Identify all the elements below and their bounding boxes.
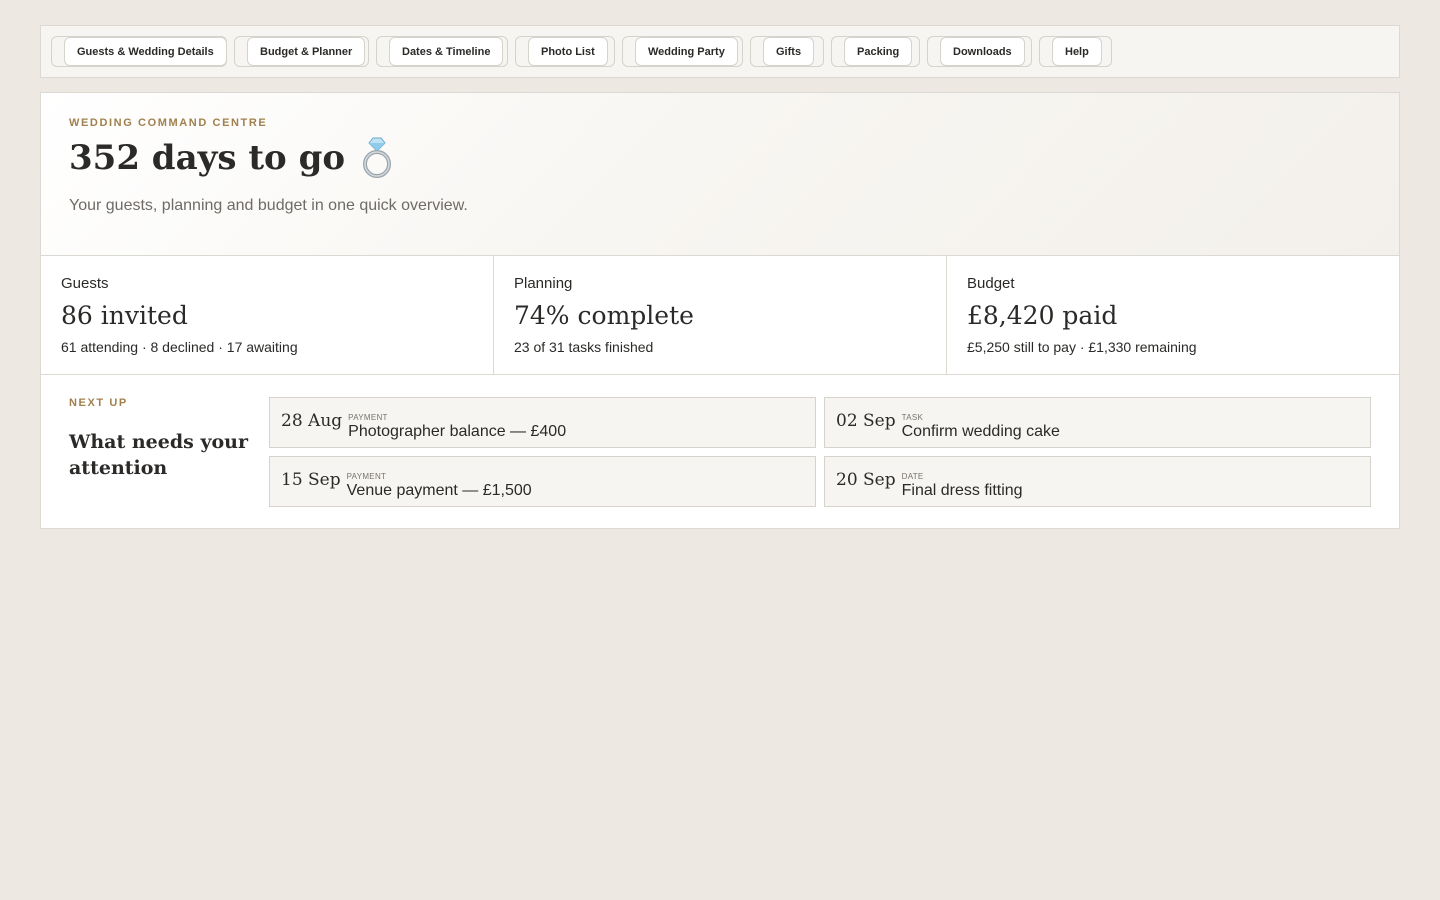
stats-row: Guests 86 invited 61 attending · 8 decli… [41, 256, 1399, 375]
event-text: PAYMENT Venue payment — £1,500 [347, 464, 532, 500]
next-up-section: NEXT UP What needs your attention 28 Aug… [41, 375, 1399, 507]
planning-stat: Planning 74% complete 23 of 31 tasks fin… [494, 256, 947, 374]
event-title: Confirm wedding cake [901, 422, 1060, 440]
tab-help[interactable]: Help [1039, 36, 1112, 67]
event-item[interactable]: 28 Aug PAYMENT Photographer balance — £4… [269, 397, 816, 448]
tab-label: Wedding Party [635, 37, 738, 66]
event-date: 02 Sep [836, 411, 896, 431]
page-title: 352 days to go [69, 137, 1371, 179]
event-item[interactable]: 15 Sep PAYMENT Venue payment — £1,500 [269, 456, 816, 507]
event-title: Venue payment — £1,500 [346, 481, 532, 499]
stat-value: 86 invited [61, 301, 188, 330]
tab-label: Dates & Timeline [389, 37, 504, 66]
countdown-text: 352 days to go [69, 138, 346, 178]
tab-packing[interactable]: Packing [831, 36, 920, 67]
stat-detail: 23 of 31 tasks finished [514, 339, 654, 355]
tab-guests-wedding-details[interactable]: Guests & Wedding Details [51, 36, 227, 67]
tab-label: Guests & Wedding Details [64, 37, 227, 66]
event-title: Final dress fitting [901, 481, 1023, 499]
tab-label: Budget & Planner [247, 37, 366, 66]
stat-detail: 61 attending · 8 declined · 17 awaiting [61, 339, 298, 355]
tab-downloads[interactable]: Downloads [927, 36, 1032, 67]
event-kind: DATE [901, 471, 924, 481]
ring-icon [359, 137, 395, 179]
tab-label: Gifts [763, 37, 815, 66]
hero-eyebrow: WEDDING COMMAND CENTRE [69, 117, 268, 129]
event-kind: PAYMENT [348, 412, 388, 422]
hero-subtitle: Your guests, planning and budget in one … [69, 197, 468, 214]
tab-label: Packing [844, 37, 913, 66]
next-up-header: NEXT UP What needs your attention [69, 397, 269, 507]
event-text: DATE Final dress fitting [902, 464, 1023, 500]
stat-detail: £5,250 still to pay · £1,330 remaining [967, 339, 1197, 355]
stat-value: £8,420 paid [967, 301, 1118, 330]
stat-label: Planning [514, 275, 573, 292]
event-text: TASK Confirm wedding cake [902, 405, 1060, 441]
tab-label: Help [1052, 37, 1102, 66]
stat-label: Guests [61, 275, 109, 292]
tab-wedding-party[interactable]: Wedding Party [622, 36, 743, 67]
event-kind: PAYMENT [346, 471, 387, 481]
hero-section: WEDDING COMMAND CENTRE 352 days to go Yo… [41, 93, 1399, 256]
event-item[interactable]: 02 Sep TASK Confirm wedding cake [824, 397, 1371, 448]
event-title: Photographer balance — £400 [348, 422, 567, 440]
tab-label: Downloads [940, 37, 1025, 66]
event-kind: TASK [901, 412, 924, 422]
upcoming-events-list: 28 Aug PAYMENT Photographer balance — £4… [269, 397, 1371, 507]
tab-gifts[interactable]: Gifts [750, 36, 824, 67]
next-up-eyebrow: NEXT UP [69, 397, 128, 409]
tab-label: Photo List [528, 37, 608, 66]
event-date: 15 Sep [281, 470, 341, 490]
guests-stat: Guests 86 invited 61 attending · 8 decli… [41, 256, 494, 374]
stat-value: 74% complete [514, 301, 694, 330]
event-item[interactable]: 20 Sep DATE Final dress fitting [824, 456, 1371, 507]
event-date: 28 Aug [281, 411, 343, 431]
event-date: 20 Sep [836, 470, 896, 490]
tab-dates-timeline[interactable]: Dates & Timeline [376, 36, 508, 67]
command-centre-card: WEDDING COMMAND CENTRE 352 days to go Yo… [40, 92, 1400, 529]
budget-stat: Budget £8,420 paid £5,250 still to pay ·… [947, 256, 1399, 374]
next-up-heading: What needs your attention [69, 431, 248, 479]
stat-label: Budget [967, 275, 1015, 292]
tab-budget-planner[interactable]: Budget & Planner [234, 36, 369, 67]
event-text: PAYMENT Photographer balance — £400 [348, 405, 566, 441]
top-nav: Guests & Wedding Details Budget & Planne… [40, 25, 1400, 78]
tab-photo-list[interactable]: Photo List [515, 36, 615, 67]
